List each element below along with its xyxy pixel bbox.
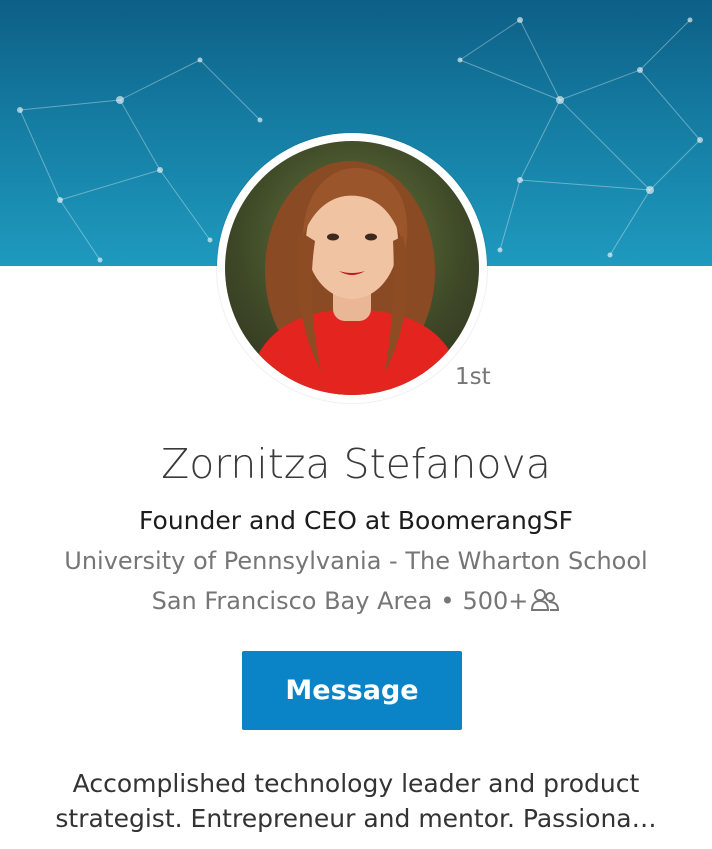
connections-count[interactable]: 500+ (462, 587, 528, 615)
profile-name: Zornitza Stefanova (161, 440, 551, 488)
meta-separator: • (440, 587, 455, 615)
profile-headline: Founder and CEO at BoomerangSF (139, 506, 573, 535)
profile-school[interactable]: University of Pennsylvania - The Wharton… (0, 547, 712, 575)
summary-line-1: Accomplished technology leader and produ… (72, 769, 640, 798)
profile-meta-row: San Francisco Bay Area • 500+ (0, 587, 712, 615)
connection-degree-badge: 1st (455, 364, 491, 390)
profile-photo[interactable] (225, 141, 479, 395)
people-icon (531, 589, 560, 611)
profile-summary[interactable]: Accomplished technology leader and produ… (30, 766, 682, 836)
portrait-illustration (245, 161, 465, 395)
message-button[interactable]: Message (242, 651, 462, 730)
summary-line-2: strategist. Entrepreneur and mentor. Pas… (55, 804, 657, 833)
profile-location: San Francisco Bay Area (151, 587, 433, 615)
